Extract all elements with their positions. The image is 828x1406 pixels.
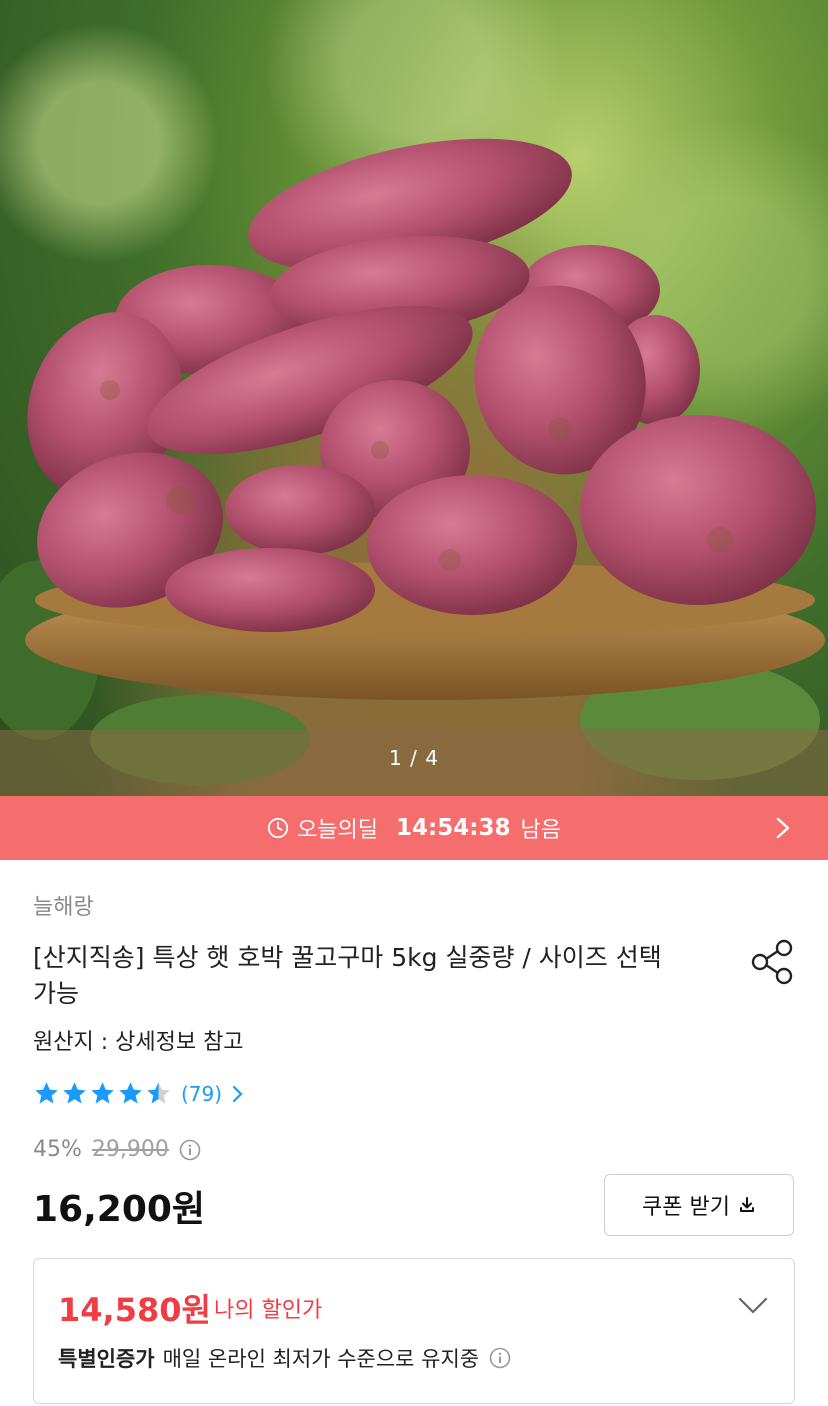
- share-icon[interactable]: [750, 938, 794, 986]
- coupon-button-label: 쿠폰 받기: [642, 1195, 730, 1220]
- info-icon[interactable]: [179, 1139, 201, 1161]
- deal-remaining-label: 남음: [520, 818, 561, 843]
- discount-row: 45% 29,900: [33, 1137, 201, 1162]
- brand-name[interactable]: 늘해랑: [33, 889, 94, 921]
- review-count[interactable]: (79): [181, 1082, 222, 1106]
- chevron-down-icon[interactable]: [738, 1297, 768, 1315]
- my-discount-price: 14,580원: [58, 1291, 211, 1329]
- rating-summary[interactable]: (79): [33, 1080, 244, 1107]
- chevron-right-icon[interactable]: [232, 1085, 244, 1103]
- today-deal-banner[interactable]: 오늘의딜 14:54:38 남음: [0, 796, 828, 860]
- star-icon: [35, 1082, 58, 1104]
- deal-label: 오늘의딜: [297, 818, 379, 843]
- special-price-title: 특별인증가: [58, 1347, 155, 1371]
- special-price-desc: 매일 온라인 최저가 수준으로 유지중: [162, 1347, 480, 1371]
- star-icon: [91, 1082, 114, 1104]
- clock-icon: [267, 817, 289, 839]
- info-icon[interactable]: [489, 1347, 511, 1369]
- deal-countdown: 14:54:38: [396, 815, 511, 841]
- star-rating: [33, 1080, 173, 1107]
- my-discount-panel[interactable]: 14,580원 나의 할인가 특별인증가 매일 온라인 최저가 수준으로 유지중: [33, 1258, 795, 1404]
- product-image-gallery[interactable]: 1 / 4: [0, 0, 828, 796]
- special-price-note: 특별인증가 매일 온라인 최저가 수준으로 유지중: [58, 1343, 511, 1373]
- star-icon: [63, 1082, 86, 1104]
- gallery-page-indicator: 1 / 4: [389, 746, 439, 770]
- original-price: 29,900: [91, 1137, 169, 1162]
- coupon-download-button[interactable]: 쿠폰 받기: [604, 1174, 794, 1236]
- discount-percent: 45%: [33, 1137, 82, 1162]
- download-icon: [739, 1197, 754, 1212]
- product-origin: 원산지 : 상세정보 참고: [33, 1030, 244, 1055]
- product-photo-sweet-potatoes: [0, 138, 828, 796]
- star-icon: [119, 1082, 142, 1104]
- chevron-right-icon[interactable]: [776, 817, 790, 839]
- my-discount-label: 나의 할인가: [214, 1298, 323, 1323]
- product-title: [산지직송] 특상 햇 호박 꿀고구마 5kg 실중량 / 사이즈 선택가능: [33, 943, 662, 1008]
- star-half-icon: [147, 1082, 170, 1104]
- sale-price: 16,200원: [33, 1189, 206, 1230]
